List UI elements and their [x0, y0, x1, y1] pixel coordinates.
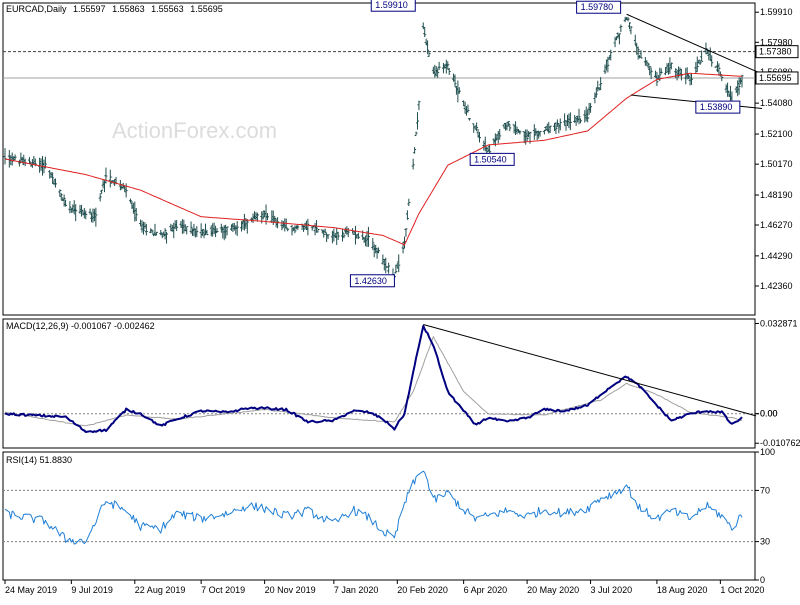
price-annotation: 1.50540 — [469, 152, 515, 166]
rsi-line — [4, 470, 743, 545]
price-annotation: 1.59780 — [576, 0, 622, 14]
time-tick-label: 7 Oct 2019 — [201, 585, 245, 595]
price-annotation-text: 1.50540 — [474, 154, 507, 164]
price-annotation: 1.59910 — [370, 0, 416, 12]
price-bar — [387, 262, 391, 274]
price-bar — [286, 228, 290, 232]
time-tick-label: 3 Jul 2020 — [591, 585, 633, 595]
price-y-tick-label: 1.46270 — [760, 220, 793, 230]
low-value: 1.55563 — [151, 4, 184, 14]
price-y-tick-label: 1.44290 — [760, 251, 793, 261]
rsi-y-tick-label: 30 — [760, 537, 770, 547]
time-tick-label: 1 Oct 2020 — [720, 585, 764, 595]
price-annotation-text: 1.53890 — [700, 102, 733, 112]
price-frame — [2, 2, 756, 316]
current-price-text: 1.55695 — [759, 73, 792, 83]
price-header: EURCAD,Daily 1.55597 1.55863 1.55563 1.5… — [6, 4, 227, 14]
high-value: 1.55863 — [112, 4, 145, 14]
price-y-tick-label: 1.48190 — [760, 190, 793, 200]
price-annotation-text: 1.59780 — [581, 2, 614, 12]
price-annotation-text: 1.59910 — [375, 0, 408, 10]
price-annotation-text: 1.42630 — [354, 276, 387, 286]
macd-y-axis: 0.0328710.000.00-0.010762 — [755, 318, 800, 448]
price-bar — [414, 131, 418, 137]
symbol-label: EURCAD,Daily — [6, 4, 67, 14]
macd-frame — [2, 318, 756, 449]
price-bar — [415, 112, 419, 130]
price-bar — [407, 198, 411, 207]
time-tick-label: 24 May 2019 — [5, 585, 57, 595]
time-tick-label: 20 Feb 2020 — [397, 585, 448, 595]
price-annotation: 1.42630 — [349, 274, 395, 288]
price-annotations: 1.59910 1.59780 1.57380 1.53890 1.50540 1.426… — [349, 0, 799, 288]
price-bar — [413, 147, 417, 154]
current-price-label: 1.55695 — [755, 71, 799, 85]
price-bar — [467, 118, 471, 121]
watermark-text: ActionForex.com — [112, 118, 277, 143]
panel-frames — [2, 2, 756, 581]
time-tick-label: 20 Nov 2019 — [265, 585, 316, 595]
price-y-tick-label: 1.54080 — [760, 98, 793, 108]
price-y-tick-label: 1.42360 — [760, 281, 793, 291]
price-y-tick-label: 1.52100 — [760, 129, 793, 139]
price-bar — [108, 169, 112, 188]
chart-root: ActionForex.com1.599101.579801.560801.54… — [0, 0, 800, 600]
price-bar — [310, 226, 314, 231]
price-bars — [3, 16, 744, 282]
close-value: 1.55695 — [190, 4, 223, 14]
rsi-y-tick-label: 70 — [760, 485, 770, 495]
time-tick-label: 7 Jan 2020 — [334, 585, 379, 595]
price-y-tick-label: 1.50170 — [760, 159, 793, 169]
price-bar — [417, 100, 421, 111]
macd-title: MACD(12,26,9) -0.001067 -0.002462 — [6, 321, 155, 331]
price-bar — [619, 24, 623, 33]
open-value: 1.55597 — [73, 4, 106, 14]
macd-main-line — [4, 324, 743, 434]
time-tick-label: 6 Apr 2020 — [464, 585, 508, 595]
price-bar — [3, 148, 7, 165]
rsi-y-axis: 100 70 30 0 — [755, 447, 775, 585]
chart-svg: ActionForex.com1.599101.579801.560801.54… — [2, 0, 800, 595]
resistance-label-text: 1.57380 — [759, 47, 792, 57]
price-bar — [405, 210, 409, 220]
rsi-y-tick-label: 0 — [760, 575, 765, 585]
rsi-title: RSI(14) 51.8830 — [6, 455, 72, 465]
time-tick-label: 22 Aug 2019 — [135, 585, 186, 595]
price-annotation: 1.53890 — [695, 100, 741, 114]
macd-y-tick-label: 0.00 — [760, 409, 778, 419]
macd-y-tick-label: 0.032871 — [760, 318, 798, 328]
time-axis: 24 May 2019 9 Jul 2019 22 Aug 2019 7 Oct 20… — [4, 580, 764, 595]
rsi-y-tick-label: 100 — [760, 447, 775, 457]
time-tick-label: 9 Jul 2019 — [71, 585, 113, 595]
price-bar — [411, 158, 415, 170]
price-bar — [404, 228, 408, 237]
price-bar — [98, 193, 102, 202]
price-y-tick-label: 1.59910 — [760, 7, 793, 17]
resistance-label: 1.57380 — [755, 45, 799, 59]
rsi-frame — [2, 451, 756, 581]
time-tick-label: 20 May 2020 — [527, 585, 579, 595]
time-tick-label: 18 Aug 2020 — [657, 585, 708, 595]
moving-average-line — [4, 72, 743, 246]
price-bar — [617, 33, 621, 45]
